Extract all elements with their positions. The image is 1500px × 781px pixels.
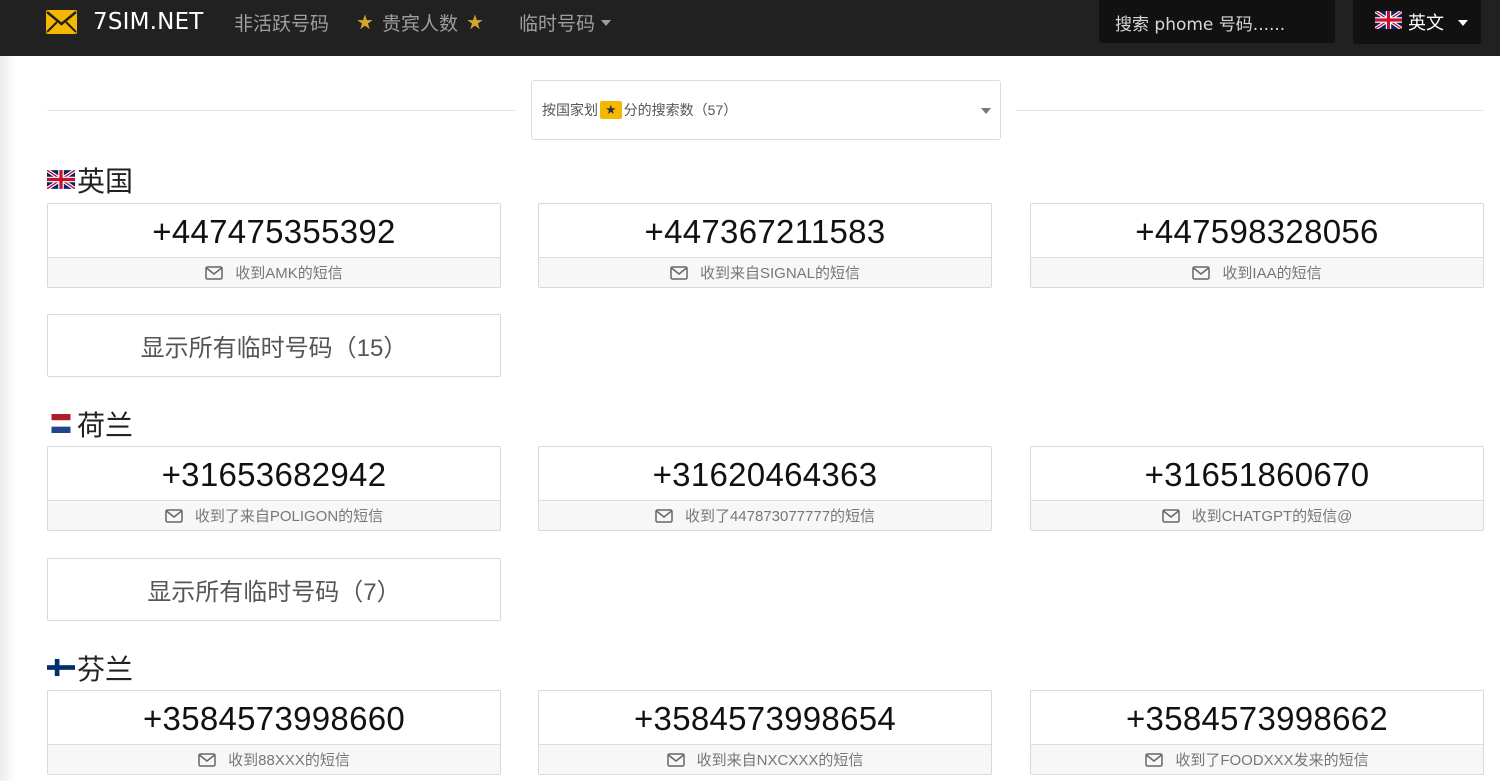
phone-number: +31653682942	[161, 455, 387, 493]
phone-card[interactable]: +3584573998654 收到来自NXCXXX的短信	[538, 690, 992, 775]
chevron-down-icon	[981, 108, 991, 114]
message-text: 收到了447873077777的短信	[684, 508, 876, 525]
star-badge-icon: ★	[600, 101, 622, 119]
message-text: 收到来自SIGNAL的短信	[699, 265, 861, 282]
nav-temp-numbers-dropdown[interactable]: 临时号码	[519, 8, 612, 36]
last-message: 收到CHATGPT的短信@	[1031, 500, 1483, 530]
phone-number: +31620464363	[652, 455, 878, 493]
phone-number: +31651860670	[1144, 455, 1370, 493]
phone-card[interactable]: +447475355392 收到AMK的短信	[47, 203, 501, 288]
last-message: 收到AMK的短信	[48, 257, 500, 287]
phone-card[interactable]: +31651860670 收到CHATGPT的短信@	[1030, 446, 1484, 531]
phone-card[interactable]: +31620464363 收到了447873077777的短信	[538, 446, 992, 531]
last-message: 收到88XXX的短信	[48, 744, 500, 774]
last-message: 收到来自NXCXXX的短信	[539, 744, 991, 774]
message-text: 收到了FOODXXX发来的短信	[1175, 752, 1369, 769]
country-heading-fi: 芬兰	[47, 648, 133, 688]
phone-number: +447598328056	[1135, 212, 1379, 250]
netherlands-flag-icon	[47, 408, 77, 440]
show-all-nl-button[interactable]: 显示所有临时号码（7）	[47, 558, 501, 621]
country-name: 英国	[77, 166, 134, 197]
message-text: 收到了来自POLIGON的短信	[194, 508, 384, 525]
envelope-icon	[165, 508, 183, 523]
phone-number: +3584573998660	[142, 699, 406, 737]
country-heading-nl: 荷兰	[47, 404, 133, 444]
envelope-logo-icon	[46, 10, 77, 34]
star-icon: ★	[465, 10, 484, 34]
language-selector[interactable]: 英文	[1353, 0, 1481, 44]
phone-card[interactable]: +3584573998660 收到88XXX的短信	[47, 690, 501, 775]
message-text: 收到AMK的短信	[235, 265, 343, 282]
country-name: 荷兰	[77, 410, 134, 441]
uk-flag-icon	[1374, 9, 1403, 34]
finland-flag-icon	[47, 652, 77, 684]
chevron-down-icon	[601, 20, 612, 26]
sidebar-shadow	[0, 56, 16, 781]
message-text: 收到88XXX的短信	[228, 752, 350, 769]
country-heading-uk: 英国	[45, 160, 134, 200]
envelope-icon	[205, 265, 223, 280]
brand-link[interactable]: 7SIM.NET	[46, 8, 204, 36]
uk-flag-icon	[45, 164, 77, 196]
show-all-uk-button[interactable]: 显示所有临时号码（15）	[47, 314, 501, 377]
phone-number: +3584573998662	[1125, 699, 1389, 737]
chevron-down-icon	[1458, 20, 1468, 26]
country-name: 芬兰	[77, 654, 134, 685]
phone-card[interactable]: +447598328056 收到IAA的短信	[1030, 203, 1484, 288]
envelope-icon	[1192, 265, 1211, 280]
divider	[1016, 110, 1484, 111]
top-navbar: 7SIM.NET 非活跃号码 ★ 贵宾人数 ★ 临时号码 搜索 phome 号码…	[0, 0, 1500, 56]
envelope-icon	[670, 265, 688, 280]
last-message: 收到来自SIGNAL的短信	[539, 257, 991, 287]
star-icon: ★	[356, 10, 374, 34]
envelope-icon	[655, 508, 673, 523]
last-message: 收到了来自POLIGON的短信	[48, 500, 500, 530]
envelope-icon	[1145, 752, 1164, 767]
nav-temp-label: 临时号码	[519, 12, 596, 35]
last-message: 收到IAA的短信	[1031, 257, 1483, 287]
brand-name: 7SIM.NET	[93, 9, 204, 35]
last-message: 收到了FOODXXX发来的短信	[1031, 744, 1483, 774]
envelope-icon	[666, 752, 685, 767]
language-label: 英文	[1408, 13, 1444, 34]
filter-label-suffix: 分的搜索数（57）	[623, 102, 738, 118]
divider	[47, 110, 516, 111]
message-text: 收到IAA的短信	[1222, 265, 1322, 282]
nav-inactive-numbers[interactable]: 非活跃号码	[234, 8, 329, 36]
message-text: 收到来自NXCXXX的短信	[696, 752, 864, 769]
phone-card[interactable]: +3584573998662 收到了FOODXXX发来的短信	[1030, 690, 1484, 775]
phone-number: +3584573998654	[633, 699, 897, 737]
filter-label-prefix: 按国家划	[542, 102, 598, 118]
phone-card[interactable]: +31653682942 收到了来自POLIGON的短信	[47, 446, 501, 531]
phone-number: +447475355392	[152, 212, 396, 250]
search-input[interactable]: 搜索 phome 号码......	[1099, 0, 1335, 43]
nav-vip-label: 贵宾人数	[381, 12, 458, 35]
phone-card[interactable]: +447367211583 收到来自SIGNAL的短信	[538, 203, 992, 288]
country-filter-select[interactable]: 按国家划 ★ 分的搜索数（57）	[531, 80, 1001, 140]
envelope-icon	[198, 752, 216, 767]
last-message: 收到了447873077777的短信	[539, 500, 991, 530]
nav-vip-count[interactable]: ★ 贵宾人数 ★	[356, 8, 484, 36]
envelope-icon	[1161, 508, 1180, 523]
message-text: 收到CHATGPT的短信@	[1191, 508, 1353, 525]
phone-number: +447367211583	[644, 212, 886, 250]
